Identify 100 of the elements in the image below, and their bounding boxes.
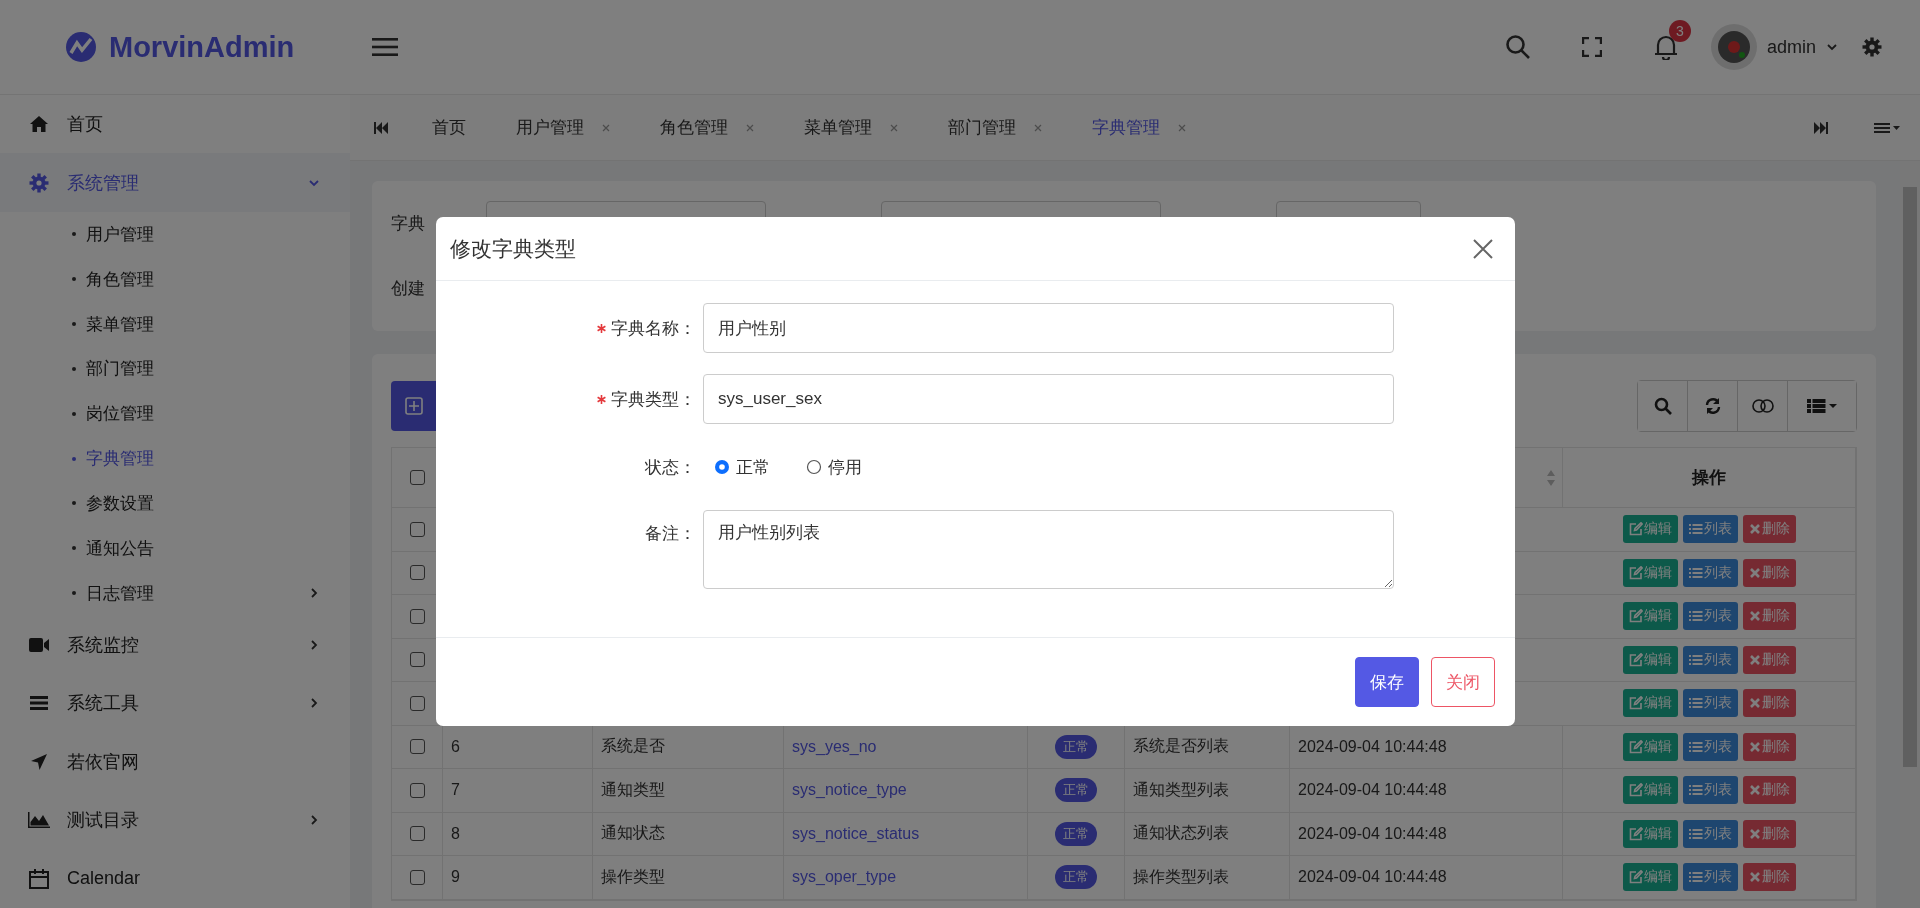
input-field[interactable]: sys_user_sex (703, 374, 1394, 424)
checkbox[interactable] (409, 826, 425, 842)
list-button[interactable]: 列表 (1682, 776, 1738, 805)
checkbox[interactable] (409, 652, 425, 668)
page-tab[interactable]: 角色管理 (636, 95, 780, 160)
status-badge: 正常 (1055, 821, 1097, 846)
close-icon (746, 123, 754, 132)
checkbox[interactable] (409, 739, 425, 755)
table-cell: 2024-09-04 10:44:48 (1290, 856, 1563, 900)
delete-button[interactable]: 删除 (1742, 645, 1796, 674)
radio-checked-icon (714, 459, 730, 475)
page-tab[interactable]: 首页 (408, 95, 492, 160)
dict-type-link[interactable]: sys_notice_status (792, 824, 920, 843)
close-button[interactable] (1473, 238, 1493, 259)
menu-caret-icon (1874, 121, 1900, 134)
edit-icon (1628, 652, 1643, 667)
close-dialog-button[interactable]: 关闭 (1431, 657, 1495, 707)
sidebar-item[interactable]: 测试目录 (0, 791, 350, 850)
sidebar-subitem[interactable]: 参数设置 (0, 481, 350, 526)
list-icon (1688, 566, 1703, 579)
sidebar-subitem[interactable]: 字典管理 (0, 436, 350, 482)
checkbox[interactable] (409, 565, 425, 581)
radio-option[interactable]: 正常 (714, 455, 770, 479)
checkbox[interactable] (409, 869, 425, 885)
field-label: 备注： (645, 523, 696, 545)
list-button[interactable]: 列表 (1682, 602, 1738, 631)
skip-forward-icon (1814, 121, 1828, 134)
table-cell: 通知类型 (593, 769, 784, 813)
delete-button[interactable]: 删除 (1742, 776, 1796, 805)
sidebar-item[interactable]: 系统工具 (0, 674, 350, 733)
list-icon (1688, 610, 1703, 623)
edit-icon (1628, 565, 1643, 580)
checkbox[interactable] (409, 782, 425, 798)
list-button[interactable]: 列表 (1682, 645, 1738, 674)
delete-button[interactable]: 删除 (1742, 732, 1796, 761)
remark-field[interactable]: 用户性别列表 (703, 510, 1394, 589)
sidebar-subitem[interactable]: 部门管理 (0, 346, 350, 392)
dict-type-link[interactable]: sys_notice_type (792, 781, 907, 800)
edit-button[interactable]: 编辑 (1622, 732, 1678, 761)
edit-button[interactable]: 编辑 (1622, 645, 1678, 674)
edit-button[interactable]: 编辑 (1622, 689, 1678, 718)
field-label: 字典类型： (611, 388, 696, 411)
edit-button[interactable]: 编辑 (1622, 776, 1678, 805)
sidebar-item[interactable]: 若依官网 (0, 732, 350, 791)
close-icon (1748, 653, 1761, 666)
checkbox[interactable] (409, 470, 425, 485)
edit-button[interactable]: 编辑 (1622, 602, 1678, 631)
sidebar-subitem[interactable]: 岗位管理 (0, 391, 350, 437)
checkbox[interactable] (409, 608, 425, 624)
radio-option[interactable]: 停用 (806, 455, 862, 479)
list-button[interactable]: 列表 (1682, 558, 1738, 587)
search-button[interactable] (1638, 381, 1688, 431)
user-menu[interactable]: admin (1710, 24, 1838, 70)
list-button[interactable]: 列表 (1682, 689, 1738, 718)
required-icon (597, 323, 606, 333)
list-button[interactable]: 列表 (1682, 515, 1738, 544)
delete-button[interactable]: 删除 (1742, 689, 1796, 718)
checkbox[interactable] (409, 695, 425, 711)
sidebar-item[interactable]: Calendar (0, 849, 350, 908)
sidebar-item[interactable]: 系统监控 (0, 615, 350, 675)
list-button[interactable]: 列表 (1682, 863, 1738, 892)
close-icon (1748, 827, 1761, 840)
list-button[interactable]: 列表 (1682, 732, 1738, 761)
dict-type-link[interactable]: sys_oper_type (792, 868, 897, 887)
edit-button[interactable]: 编辑 (1622, 558, 1678, 587)
list-icon (1688, 653, 1703, 666)
table-cell: 9 (443, 856, 593, 900)
edit-button[interactable]: 编辑 (1622, 863, 1678, 892)
sidebar-item[interactable]: 系统管理 (0, 153, 350, 212)
delete-button[interactable]: 删除 (1742, 863, 1796, 892)
delete-button[interactable]: 删除 (1742, 819, 1796, 848)
avatar (1710, 24, 1757, 70)
dict-type-link[interactable]: sys_yes_no (792, 737, 877, 756)
delete-button[interactable]: 删除 (1742, 558, 1796, 587)
page-tab[interactable]: 用户管理 (492, 95, 636, 160)
close-icon (1473, 238, 1493, 259)
chevron-right-icon (308, 638, 320, 651)
field-label: 创建 (391, 278, 426, 300)
delete-button[interactable]: 删除 (1742, 602, 1796, 631)
edit-button[interactable]: 编辑 (1622, 819, 1678, 848)
list-button[interactable]: 列表 (1682, 819, 1738, 848)
fullscreen-icon (1581, 37, 1602, 57)
checkbox[interactable] (409, 521, 425, 537)
sidebar-subitem[interactable]: 通知公告 (0, 525, 350, 571)
sidebar-subitem[interactable]: 角色管理 (0, 256, 350, 302)
toggle-icon (1751, 399, 1774, 413)
sidebar-subitem[interactable]: 日志管理 (0, 570, 350, 616)
page-tab[interactable]: 部门管理 (924, 95, 1068, 160)
bell-icon (1653, 34, 1678, 60)
input-field[interactable]: 用户性别 (703, 303, 1394, 353)
menu-button[interactable] (372, 37, 398, 57)
close-icon (1034, 123, 1042, 132)
delete-button[interactable]: 删除 (1742, 515, 1796, 544)
save-button[interactable]: 保存 (1355, 657, 1419, 707)
sidebar-subitem[interactable]: 菜单管理 (0, 301, 350, 347)
page-tab[interactable]: 菜单管理 (780, 95, 924, 160)
notification-badge: 3 (1668, 20, 1691, 42)
page-tab[interactable]: 字典管理 (1068, 95, 1212, 160)
logo-icon (65, 31, 97, 63)
edit-button[interactable]: 编辑 (1622, 515, 1678, 544)
